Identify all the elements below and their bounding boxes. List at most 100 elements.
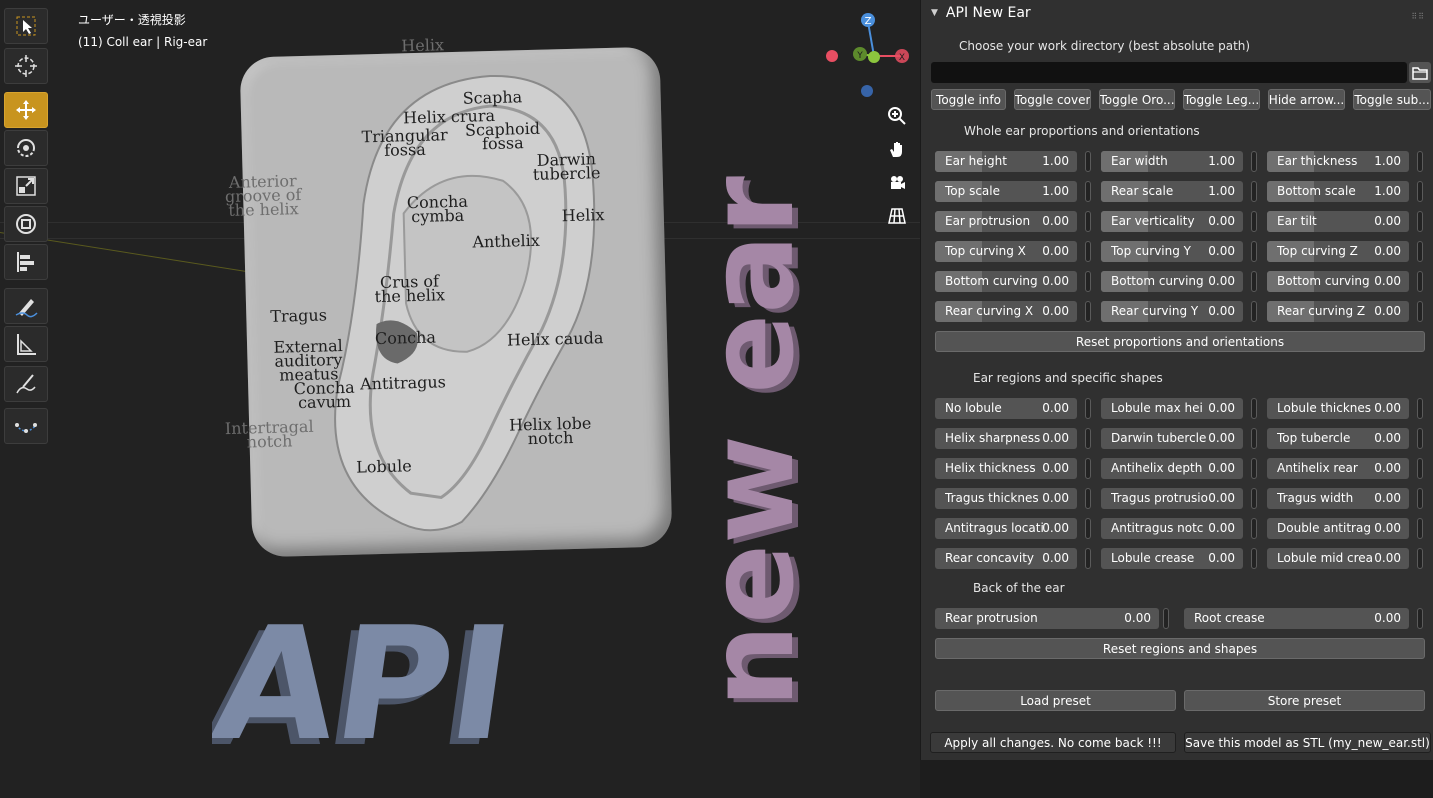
slider-toggle[interactable] — [1251, 151, 1257, 172]
slider-toggle[interactable] — [1417, 548, 1423, 569]
slider-toggle[interactable] — [1085, 271, 1091, 292]
toggle-oro-button[interactable]: Toggle Oro... — [1099, 89, 1175, 110]
slider-toggle[interactable] — [1085, 301, 1091, 322]
slider-toggle[interactable] — [1163, 608, 1169, 629]
param-slider[interactable]: Rear concavity 0.00 — [935, 548, 1077, 569]
load-preset-button[interactable]: Load preset — [935, 690, 1176, 711]
param-slider[interactable]: Ear tilt 0.00 — [1267, 211, 1409, 232]
slider-toggle[interactable] — [1251, 241, 1257, 262]
param-slider[interactable]: Double antitrag 0.00 — [1267, 518, 1409, 539]
3d-cursor-tool[interactable] — [4, 48, 48, 84]
slider-toggle[interactable] — [1085, 181, 1091, 202]
slider-toggle[interactable] — [1251, 271, 1257, 292]
param-slider[interactable]: Lobule max hei 0.00 — [1101, 398, 1243, 419]
param-slider[interactable]: Helix sharpness 0.00 — [935, 428, 1077, 449]
slider-toggle[interactable] — [1251, 428, 1257, 449]
slider-toggle[interactable] — [1085, 458, 1091, 479]
store-preset-button[interactable]: Store preset — [1184, 690, 1425, 711]
pan-button[interactable] — [884, 136, 910, 162]
param-slider[interactable]: Top curving Z 0.00 — [1267, 241, 1409, 262]
param-slider[interactable]: Bottom curving 0.00 — [1267, 271, 1409, 292]
param-slider[interactable]: Bottom curving 0.00 — [935, 271, 1077, 292]
hide-arrow-button[interactable]: Hide arrow... — [1268, 89, 1345, 110]
camera-view-button[interactable] — [884, 170, 910, 196]
slider-toggle[interactable] — [1085, 518, 1091, 539]
slider-toggle[interactable] — [1417, 518, 1423, 539]
transform-tool[interactable] — [4, 206, 48, 242]
param-slider[interactable]: Ear height 1.00 — [935, 151, 1077, 172]
move-tool[interactable] — [4, 92, 48, 128]
param-slider[interactable]: Rear scale 1.00 — [1101, 181, 1243, 202]
zoom-button[interactable] — [884, 103, 910, 129]
slider-toggle[interactable] — [1251, 488, 1257, 509]
param-slider[interactable]: Tragus thicknes 0.00 — [935, 488, 1077, 509]
slider-toggle[interactable] — [1251, 398, 1257, 419]
reset-proportions-button[interactable]: Reset proportions and orientations — [935, 331, 1425, 352]
param-slider[interactable]: Antihelix rear 0.00 — [1267, 458, 1409, 479]
select-box-tool[interactable] — [4, 8, 48, 44]
param-slider[interactable]: No lobule 0.00 — [935, 398, 1077, 419]
slider-toggle[interactable] — [1417, 458, 1423, 479]
slider-toggle[interactable] — [1417, 271, 1423, 292]
param-slider[interactable]: Rear curving Z 0.00 — [1267, 301, 1409, 322]
annotate-tool[interactable] — [4, 288, 48, 324]
slider-toggle[interactable] — [1085, 398, 1091, 419]
reset-regions-button[interactable]: Reset regions and shapes — [935, 638, 1425, 659]
slider-toggle[interactable] — [1417, 398, 1423, 419]
param-slider[interactable]: Top scale 1.00 — [935, 181, 1077, 202]
slider-toggle[interactable] — [1417, 211, 1423, 232]
slider-toggle[interactable] — [1417, 488, 1423, 509]
param-slider[interactable]: Ear width 1.00 — [1101, 151, 1243, 172]
rear-protrusion-slider[interactable]: Rear protrusion 0.00 — [935, 608, 1159, 629]
slider-toggle[interactable] — [1417, 151, 1423, 172]
toggle-info-button[interactable]: Toggle info — [931, 89, 1006, 110]
ortho-toggle-button[interactable] — [884, 203, 910, 229]
measure-tool[interactable] — [4, 326, 48, 362]
save-stl-button[interactable]: Save this model as STL (my_new_ear.stl) — [1184, 732, 1431, 753]
slider-toggle[interactable] — [1251, 181, 1257, 202]
directory-field[interactable] — [931, 62, 1407, 83]
slider-toggle[interactable] — [1085, 151, 1091, 172]
param-slider[interactable]: Antitragus notc 0.00 — [1101, 518, 1243, 539]
slider-toggle[interactable] — [1085, 548, 1091, 569]
param-slider[interactable]: Antihelix depth 0.00 — [1101, 458, 1243, 479]
slider-toggle[interactable] — [1251, 518, 1257, 539]
toggle-leg-button[interactable]: Toggle Leg... — [1183, 89, 1260, 110]
scale-tool[interactable] — [4, 168, 48, 204]
slider-toggle[interactable] — [1417, 181, 1423, 202]
slider-toggle[interactable] — [1251, 458, 1257, 479]
slider-toggle[interactable] — [1251, 548, 1257, 569]
slider-toggle[interactable] — [1417, 608, 1423, 629]
draw-tool[interactable] — [4, 366, 48, 402]
param-slider[interactable]: Darwin tubercle 0.00 — [1101, 428, 1243, 449]
param-slider[interactable]: Tragus width 0.00 — [1267, 488, 1409, 509]
slider-toggle[interactable] — [1251, 301, 1257, 322]
apply-changes-button[interactable]: Apply all changes. No come back !!! — [930, 732, 1176, 753]
param-slider[interactable]: Top tubercle 0.00 — [1267, 428, 1409, 449]
3d-viewport[interactable]: ユーザー・透視投影 (11) Coll ear | Rig-ear Z Y X … — [0, 0, 920, 798]
slider-toggle[interactable] — [1417, 428, 1423, 449]
curve-tool[interactable] — [4, 408, 48, 444]
panel-header[interactable]: ▼ API New Ear — [931, 5, 1031, 21]
drag-grip-icon[interactable]: ⠿⠿ — [1411, 12, 1425, 21]
param-slider[interactable]: Bottom scale 1.00 — [1267, 181, 1409, 202]
param-slider[interactable]: Bottom curving 0.00 — [1101, 271, 1243, 292]
slider-toggle[interactable] — [1417, 241, 1423, 262]
param-slider[interactable]: Lobule thicknes 0.00 — [1267, 398, 1409, 419]
param-slider[interactable]: Rear curving X 0.00 — [935, 301, 1077, 322]
param-slider[interactable]: Rear curving Y 0.00 — [1101, 301, 1243, 322]
param-slider[interactable]: Lobule crease 0.00 — [1101, 548, 1243, 569]
param-slider[interactable]: Ear verticality 0.00 — [1101, 211, 1243, 232]
slider-toggle[interactable] — [1417, 301, 1423, 322]
align-tool[interactable] — [4, 244, 48, 280]
slider-toggle[interactable] — [1251, 211, 1257, 232]
rotate-tool[interactable] — [4, 130, 48, 166]
toggle-cover-button[interactable]: Toggle cover — [1014, 89, 1091, 110]
browse-directory-button[interactable] — [1409, 62, 1431, 83]
param-slider[interactable]: Top curving X 0.00 — [935, 241, 1077, 262]
slider-toggle[interactable] — [1085, 211, 1091, 232]
param-slider[interactable]: Top curving Y 0.00 — [1101, 241, 1243, 262]
param-slider[interactable]: Ear protrusion 0.00 — [935, 211, 1077, 232]
slider-toggle[interactable] — [1085, 241, 1091, 262]
param-slider[interactable]: Ear thickness 1.00 — [1267, 151, 1409, 172]
